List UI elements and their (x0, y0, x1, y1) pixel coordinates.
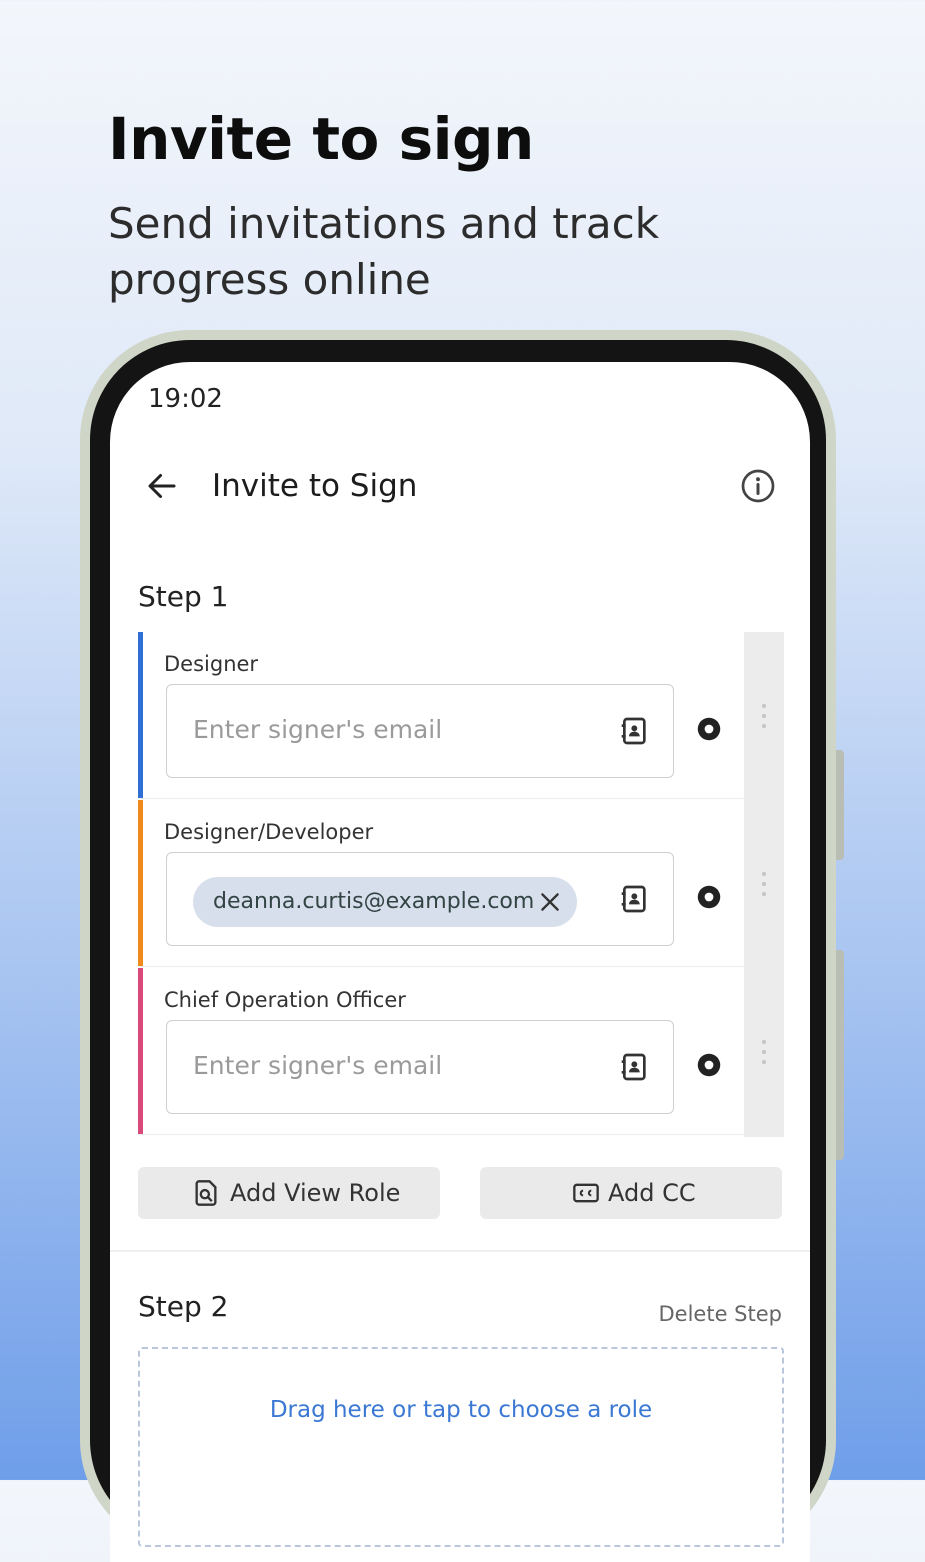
contact-book-icon[interactable] (619, 1051, 651, 1083)
arrow-left-icon[interactable] (144, 468, 180, 504)
page-title: Invite to Sign (212, 468, 418, 504)
role-settings-icon[interactable] (694, 714, 724, 744)
role-name: Designer (164, 652, 259, 676)
step-1-label: Step 1 (138, 580, 229, 613)
delete-step-button[interactable]: Delete Step (659, 1302, 783, 1326)
close-icon[interactable] (537, 889, 563, 915)
reorder-rail (744, 632, 784, 1137)
role-row: Designer Enter signer's email (138, 632, 744, 799)
role-color-bar (138, 968, 143, 1134)
power-button (836, 950, 844, 1160)
role-settings-icon[interactable] (694, 1050, 724, 1080)
drag-handle-icon[interactable] (761, 870, 767, 898)
app-screen: 19:02 Invite to Sign Step 1 Designer Ent… (110, 362, 810, 1562)
status-time: 19:02 (148, 384, 223, 414)
role-row: Designer/Developer deanna.curtis@example… (138, 800, 744, 967)
role-dropzone[interactable]: Drag here or tap to choose a role (138, 1347, 784, 1547)
email-placeholder: Enter signer's email (193, 1051, 443, 1080)
contact-book-icon[interactable] (619, 715, 651, 747)
role-name: Chief Operation Officer (164, 988, 406, 1012)
signer-email-field[interactable]: Enter signer's email (166, 1020, 674, 1114)
contact-book-icon[interactable] (619, 883, 651, 915)
role-name: Designer/Developer (164, 820, 374, 844)
role-color-bar (138, 800, 143, 966)
app-bar: Invite to Sign (110, 454, 810, 524)
signer-email-field[interactable]: deanna.curtis@example.com (166, 852, 674, 946)
drag-handle-icon[interactable] (761, 1038, 767, 1066)
info-icon[interactable] (740, 468, 776, 504)
promo-subline: Send invitations and track progress onli… (108, 199, 660, 304)
promo-headline: Invite to sign (108, 105, 534, 173)
step-1-roles: Designer Enter signer's email Designer/D… (138, 632, 784, 1137)
signer-email-field[interactable]: Enter signer's email (166, 684, 674, 778)
view-role-icon (195, 1180, 217, 1206)
volume-button (836, 750, 844, 860)
step-2-label: Step 2 (138, 1290, 229, 1323)
add-cc-button[interactable]: Add CC (480, 1167, 782, 1219)
drag-handle-icon[interactable] (761, 702, 767, 730)
role-color-bar (138, 632, 143, 798)
email-chip: deanna.curtis@example.com (193, 877, 577, 927)
add-view-role-label: Add View Role (230, 1179, 401, 1207)
add-view-role-button[interactable]: Add View Role (138, 1167, 440, 1219)
role-settings-icon[interactable] (694, 882, 724, 912)
add-cc-icon (573, 1183, 599, 1203)
role-row: Chief Operation Officer Enter signer's e… (138, 968, 744, 1135)
dropzone-text: Drag here or tap to choose a role (269, 1397, 653, 1423)
add-cc-label: Add CC (608, 1179, 696, 1207)
email-placeholder: Enter signer's email (193, 715, 443, 744)
divider (110, 1250, 810, 1252)
email-chip-text: deanna.curtis@example.com (213, 889, 535, 914)
